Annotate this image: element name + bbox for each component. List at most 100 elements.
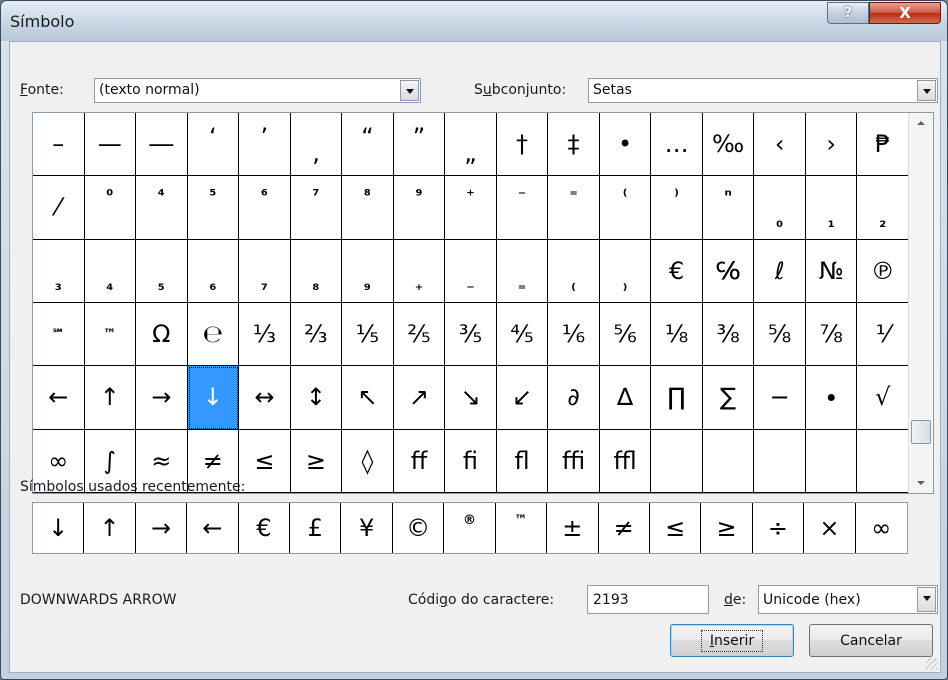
symbol-cell[interactable]: ⅔: [290, 302, 343, 367]
symbol-cell[interactable]: ←: [33, 366, 85, 430]
symbol-cell[interactable]: ₊: [393, 239, 446, 303]
symbol-cell[interactable]: ∆: [599, 366, 652, 430]
close-button[interactable]: X: [869, 2, 941, 24]
symbol-cell[interactable]: ›: [805, 113, 858, 177]
symbol-cell[interactable]: ↓: [187, 366, 240, 430]
symbol-cell[interactable]: ‘: [187, 113, 240, 177]
symbol-cell[interactable]: −: [754, 366, 806, 430]
symbol-cell[interactable]: ₁: [805, 176, 858, 240]
recent-symbol-cell[interactable]: ™: [496, 503, 548, 553]
symbol-cell[interactable]: ₉: [342, 239, 394, 303]
symbol-cell[interactable]: ⅗: [445, 302, 497, 367]
symbol-cell[interactable]: †: [496, 113, 549, 177]
symbol-cell[interactable]: ﬀ: [393, 429, 446, 493]
symbol-cell[interactable]: ℠: [33, 302, 85, 367]
symbol-cell[interactable]: ﬄ: [599, 429, 652, 493]
symbol-cell[interactable]: ↘: [445, 366, 497, 430]
symbol-cell[interactable]: ₈: [290, 239, 343, 303]
symbol-cell[interactable]: ∙: [805, 366, 858, 430]
symbol-cell[interactable]: „: [445, 113, 497, 177]
symbol-cell[interactable]: ⅝: [754, 302, 806, 367]
recent-symbol-cell[interactable]: ©: [393, 503, 445, 553]
symbol-cell[interactable]: “: [342, 113, 394, 177]
recent-symbol-cell[interactable]: ↑: [84, 503, 136, 553]
symbol-cell[interactable]: ⅛: [651, 302, 703, 367]
symbol-cell[interactable]: ∑: [702, 366, 755, 430]
symbol-cell[interactable]: ⁼: [548, 176, 600, 240]
symbol-cell[interactable]: ℗: [857, 239, 909, 303]
symbol-cell[interactable]: ≤: [239, 429, 291, 493]
symbol-cell[interactable]: ₇: [239, 239, 291, 303]
symbol-cell[interactable]: ⅞: [805, 302, 858, 367]
symbol-grid-scrollbar[interactable]: [908, 113, 933, 493]
recent-symbol-cell[interactable]: ÷: [753, 503, 805, 553]
symbol-cell[interactable]: ⁻: [496, 176, 549, 240]
symbol-cell[interactable]: √: [857, 366, 909, 430]
symbol-cell[interactable]: ⅜: [702, 302, 755, 367]
chevron-down-icon[interactable]: [400, 80, 419, 101]
symbol-cell[interactable]: ℅: [702, 239, 755, 303]
scroll-thumb[interactable]: [911, 420, 931, 444]
symbol-cell[interactable]: ⅟: [857, 302, 909, 367]
symbol-cell[interactable]: ⁶: [239, 176, 291, 240]
symbol-cell[interactable]: ₅: [136, 239, 188, 303]
insert-button[interactable]: Inserir: [670, 624, 794, 657]
symbol-cell[interactable]: ⅕: [342, 302, 394, 367]
symbol-cell[interactable]: ”: [393, 113, 446, 177]
symbol-cell[interactable]: ℮: [187, 302, 240, 367]
symbol-cell[interactable]: ‹: [754, 113, 806, 177]
recent-symbol-cell[interactable]: ®: [444, 503, 496, 553]
symbol-cell[interactable]: №: [805, 239, 858, 303]
encoding-dropdown[interactable]: Unicode (hex): [758, 585, 938, 614]
symbol-cell[interactable]: ﬁ: [445, 429, 497, 493]
symbol-cell[interactable]: ⁷: [290, 176, 343, 240]
symbol-cell[interactable]: ↙: [496, 366, 549, 430]
symbol-cell[interactable]: ₍: [548, 239, 600, 303]
symbol-cell[interactable]: ◊: [342, 429, 394, 493]
symbol-cell[interactable]: ₌: [496, 239, 549, 303]
symbol-cell[interactable]: ₃: [33, 239, 85, 303]
recent-symbol-cell[interactable]: ∞: [856, 503, 907, 553]
symbol-cell[interactable]: ₎: [599, 239, 652, 303]
subset-dropdown[interactable]: Setas: [588, 78, 938, 103]
symbol-cell[interactable]: ⁰: [84, 176, 137, 240]
symbol-cell[interactable]: ⁽: [599, 176, 652, 240]
chevron-down-icon[interactable]: [917, 80, 936, 101]
symbol-cell[interactable]: ₀: [754, 176, 806, 240]
scroll-up-icon[interactable]: [909, 113, 933, 133]
symbol-cell[interactable]: ₆: [187, 239, 240, 303]
recent-symbol-cell[interactable]: ±: [547, 503, 599, 553]
symbol-cell[interactable]: ⁄: [33, 176, 85, 240]
symbol-cell[interactable]: ₄: [84, 239, 137, 303]
cancel-button[interactable]: Cancelar: [809, 624, 933, 657]
symbol-cell[interactable]: ⅘: [496, 302, 549, 367]
symbol-cell[interactable]: ⁸: [342, 176, 394, 240]
symbol-cell[interactable]: €: [651, 239, 703, 303]
symbol-cell[interactable]: ⅙: [548, 302, 600, 367]
recent-symbol-cell[interactable]: →: [136, 503, 188, 553]
char-code-input[interactable]: 2193: [587, 585, 709, 614]
symbol-cell[interactable]: •: [599, 113, 652, 177]
recent-symbol-cell[interactable]: ↓: [33, 503, 85, 553]
recent-symbol-cell[interactable]: ≥: [701, 503, 753, 553]
recent-symbol-cell[interactable]: ≠: [599, 503, 650, 553]
symbol-cell[interactable]: ∏: [651, 366, 703, 430]
symbol-cell[interactable]: ≥: [290, 429, 343, 493]
symbol-grid[interactable]: – — ― ‘’ ‚ “” „ † ‡ •… ‰ ‹ › ₱ ⁄ ⁰ ⁴ ⁵ ⁶ ⁷ ⁸ ⁹ ⁺ ⁻ ⁼ ⁽ ⁾ ⁿ ₀ ₁ ₂ ₃ ₄ ₅ ₆ ₇ ₈…: [33, 113, 909, 493]
symbol-cell[interactable]: ↔: [239, 366, 291, 430]
symbol-cell[interactable]: ↑: [84, 366, 137, 430]
symbol-cell[interactable]: ⅖: [393, 302, 446, 367]
symbol-cell[interactable]: …: [651, 113, 703, 177]
symbol-cell[interactable]: ⁹: [393, 176, 446, 240]
symbol-cell[interactable]: ₋: [445, 239, 497, 303]
recent-symbol-cell[interactable]: £: [290, 503, 342, 553]
symbol-cell[interactable]: ⅓: [239, 302, 291, 367]
symbol-cell[interactable]: ⅚: [599, 302, 652, 367]
font-dropdown[interactable]: (texto normal): [94, 78, 421, 103]
symbol-cell[interactable]: ‰: [702, 113, 755, 177]
recent-symbol-cell[interactable]: ≤: [650, 503, 702, 553]
symbol-cell[interactable]: ∂: [548, 366, 600, 430]
symbol-cell[interactable]: ↕: [290, 366, 343, 430]
symbol-cell[interactable]: ⁺: [445, 176, 497, 240]
symbol-cell[interactable]: ﬂ: [496, 429, 549, 493]
